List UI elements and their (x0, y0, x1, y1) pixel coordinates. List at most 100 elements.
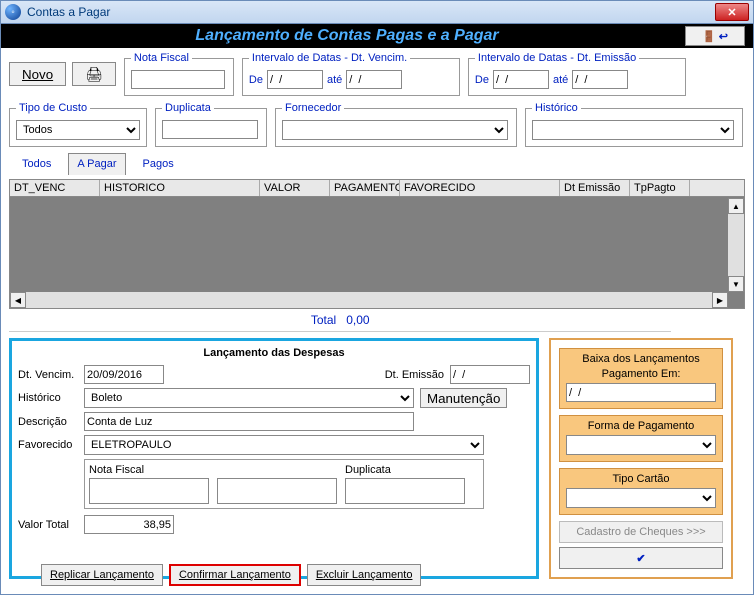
arrow-icon: ↩ (719, 30, 728, 43)
confirm-baixa-button[interactable]: ✔ (559, 547, 723, 569)
baixa-pagamento-group: Baixa dos Lançamentos Pagamento Em: (559, 348, 723, 409)
forma-pagamento-label: Forma de Pagamento (566, 420, 716, 432)
historico-legend: Histórico (532, 102, 581, 114)
window-title: Contas a Pagar (27, 5, 715, 19)
replicar-button[interactable]: Replicar Lançamento (41, 564, 163, 586)
grid-col-dt emissão[interactable]: Dt Emissão (560, 180, 630, 196)
replicar-label: Replicar Lançamento (50, 569, 154, 581)
de-label-2: De (475, 74, 489, 86)
intervalo-vencimento-filter: Intervalo de Datas - Dt. Vencim. De até (242, 52, 460, 96)
emis-ate-input[interactable] (572, 70, 628, 89)
dt-emissao-input[interactable] (450, 365, 530, 384)
novo-button[interactable]: Novo (9, 62, 66, 86)
pagamento-em-label: Pagamento Em: (566, 368, 716, 380)
page-title: Lançamento de Contas Pagas e a Pagar (9, 27, 685, 45)
tab-pagos[interactable]: Pagos (134, 153, 183, 175)
scroll-down-icon[interactable]: ▼ (728, 276, 744, 292)
tipo-cartao-select[interactable] (566, 488, 716, 508)
dt-vencim-input[interactable] (84, 365, 164, 384)
vertical-scrollbar[interactable]: ▲ ▼ (728, 198, 744, 292)
intervalo-emis-legend: Intervalo de Datas - Dt. Emissão (475, 52, 639, 64)
dt-vencim-label: Dt. Vencim. (18, 369, 78, 381)
fornecedor-filter: Fornecedor (275, 102, 517, 147)
exit-button[interactable]: 🚪 ↩ (685, 26, 745, 46)
grid-col-historico[interactable]: HISTORICO (100, 180, 260, 196)
manutencao-button[interactable]: Manutenção (420, 388, 507, 408)
duplicata-legend: Duplicata (162, 102, 214, 114)
tipo-cartao-group: Tipo Cartão (559, 468, 723, 515)
novo-label: Novo (22, 67, 53, 82)
grid-col-valor[interactable]: VALOR (260, 180, 330, 196)
descricao-input[interactable] (84, 412, 414, 431)
intervalo-venc-legend: Intervalo de Datas - Dt. Vencim. (249, 52, 410, 64)
nf-dup-box: Nota Fiscal Duplicata (84, 459, 484, 509)
nota-fiscal-input[interactable] (131, 70, 225, 89)
door-icon: 🚪 (702, 30, 716, 43)
total-label: Total (311, 313, 336, 327)
tab-todos[interactable]: Todos (13, 153, 60, 175)
horizontal-scrollbar[interactable]: ◀ ▶ (10, 292, 728, 308)
scroll-left-icon[interactable]: ◀ (10, 292, 26, 308)
scroll-up-icon[interactable]: ▲ (728, 198, 744, 214)
grid-header: DT_VENCHISTORICOVALORPAGAMENTOFAVORECIDO… (10, 180, 744, 197)
tipo-cartao-label: Tipo Cartão (566, 473, 716, 485)
historico-select[interactable] (532, 120, 734, 140)
close-button[interactable]: ✕ (715, 3, 749, 21)
venc-ate-input[interactable] (346, 70, 402, 89)
baixa-panel: Baixa dos Lançamentos Pagamento Em: Form… (549, 338, 733, 579)
dup-label: Duplicata (345, 464, 465, 476)
despesas-title: Lançamento das Despesas (18, 347, 530, 359)
excluir-button[interactable]: Excluir Lançamento (307, 564, 422, 586)
app-icon: ◦ (5, 4, 21, 20)
scroll-right-icon[interactable]: ▶ (712, 292, 728, 308)
historico-filter: Histórico (525, 102, 743, 147)
duplicata-filter: Duplicata (155, 102, 267, 147)
forma-pagamento-select[interactable] (566, 435, 716, 455)
grid-col-tppagto[interactable]: TpPagto (630, 180, 690, 196)
despesas-panel: Lançamento das Despesas Dt. Vencim. Dt. … (9, 338, 539, 579)
print-button[interactable] (72, 62, 116, 86)
intervalo-emissao-filter: Intervalo de Datas - Dt. Emissão De até (468, 52, 686, 96)
confirmar-button[interactable]: Confirmar Lançamento (169, 564, 301, 586)
dt-emissao-label: Dt. Emissão (385, 369, 444, 381)
action-buttons: Replicar Lançamento Confirmar Lançamento… (41, 564, 421, 586)
confirmar-label: Confirmar Lançamento (179, 569, 291, 581)
tab-apagar[interactable]: A Pagar (68, 153, 125, 175)
nota-fiscal-filter: Nota Fiscal (124, 52, 234, 96)
favorecido-label: Favorecido (18, 439, 78, 451)
printer-icon (85, 66, 103, 83)
grid-col-favorecido[interactable]: FAVORECIDO (400, 180, 560, 196)
valor-total-input[interactable] (84, 515, 174, 534)
nf-label: Nota Fiscal (89, 464, 209, 476)
tabs: Todos A Pagar Pagos (9, 153, 745, 175)
nf-input-2[interactable] (217, 478, 337, 504)
window-titlebar: ◦ Contas a Pagar ✕ (0, 0, 754, 24)
forma-pagamento-group: Forma de Pagamento (559, 415, 723, 462)
fornecedor-legend: Fornecedor (282, 102, 344, 114)
ate-label-2: até (553, 74, 568, 86)
historico-form-label: Histórico (18, 392, 78, 404)
venc-de-input[interactable] (267, 70, 323, 89)
total-value: 0,00 (346, 313, 369, 327)
descricao-label: Descrição (18, 416, 78, 428)
nf-input-1[interactable] (89, 478, 209, 504)
cadastro-cheques-button[interactable]: Cadastro de Cheques >>> (559, 521, 723, 543)
duplicata-input[interactable] (162, 120, 258, 139)
baixa-titulo: Baixa dos Lançamentos (566, 353, 716, 365)
pagamento-em-input[interactable] (566, 383, 716, 402)
tipo-custo-filter: Tipo de Custo Todos (9, 102, 147, 147)
grid-col-dt_venc[interactable]: DT_VENC (10, 180, 100, 196)
historico-form-select[interactable]: Boleto (84, 388, 414, 408)
tipo-custo-select[interactable]: Todos (16, 120, 140, 140)
valor-total-label: Valor Total (18, 519, 78, 531)
fornecedor-select[interactable] (282, 120, 508, 140)
data-grid: DT_VENCHISTORICOVALORPAGAMENTOFAVORECIDO… (9, 179, 745, 309)
grid-col-pagamento[interactable]: PAGAMENTO (330, 180, 400, 196)
favorecido-select[interactable]: ELETROPAULO (84, 435, 484, 455)
de-label: De (249, 74, 263, 86)
emis-de-input[interactable] (493, 70, 549, 89)
total-row: Total 0,00 (9, 309, 671, 332)
nota-fiscal-legend: Nota Fiscal (131, 52, 192, 64)
ate-label: até (327, 74, 342, 86)
dup-input[interactable] (345, 478, 465, 504)
